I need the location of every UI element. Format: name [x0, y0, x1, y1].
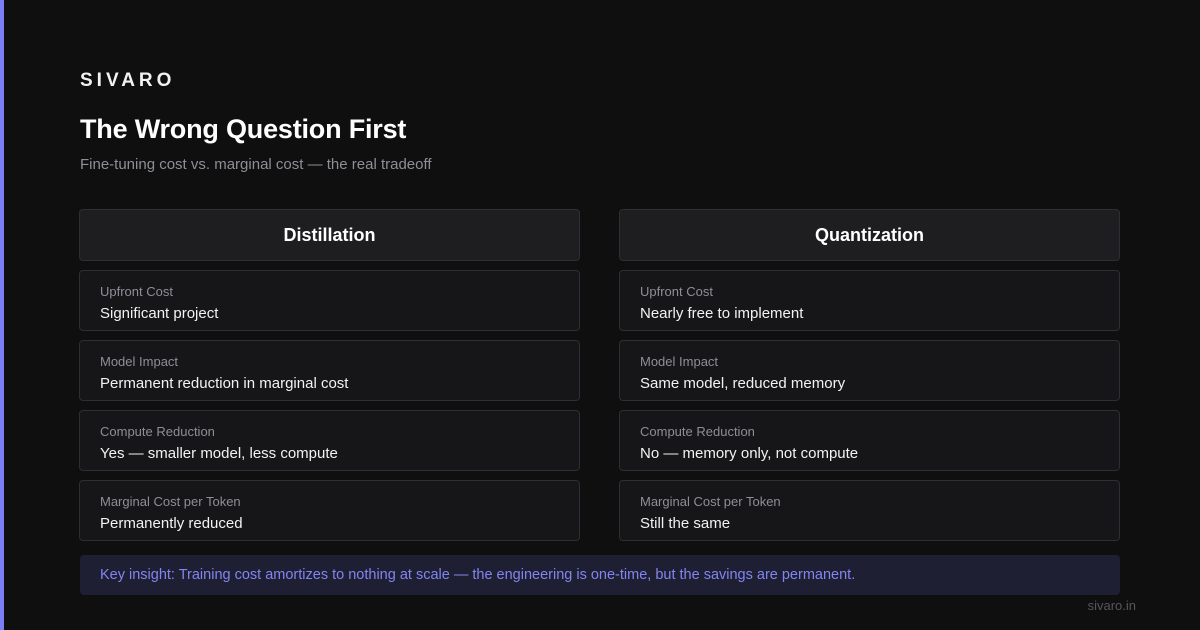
row-compute-reduction: Compute Reduction Yes — smaller model, l…	[79, 410, 580, 471]
row-value: Nearly free to implement	[640, 305, 804, 322]
distillation-rows: Upfront Cost Significant project Model I…	[79, 270, 580, 541]
row-value: Permanent reduction in marginal cost	[100, 375, 349, 392]
row-upfront-cost: Upfront Cost Nearly free to implement	[619, 270, 1120, 331]
quantization-rows: Upfront Cost Nearly free to implement Mo…	[619, 270, 1120, 541]
row-label: Model Impact	[100, 354, 179, 369]
quantization-column: Quantization Upfront Cost Nearly free to…	[619, 209, 1120, 550]
column-header-distillation: Distillation	[79, 209, 580, 261]
column-header-quantization: Quantization	[619, 209, 1120, 261]
row-label: Marginal Cost per Token	[640, 494, 781, 509]
brand-logo: SIVARO	[80, 70, 176, 91]
row-value: Significant project	[100, 305, 219, 322]
footer-url: sivaro.in	[1087, 598, 1136, 613]
row-compute-reduction: Compute Reduction No — memory only, not …	[619, 410, 1120, 471]
row-label: Model Impact	[640, 354, 719, 369]
row-label: Upfront Cost	[100, 284, 173, 299]
row-value: Same model, reduced memory	[640, 375, 846, 392]
row-label: Compute Reduction	[100, 424, 215, 439]
row-label: Upfront Cost	[640, 284, 713, 299]
row-upfront-cost: Upfront Cost Significant project	[79, 270, 580, 331]
row-model-impact: Model Impact Permanent reduction in marg…	[79, 340, 580, 401]
accent-bar	[0, 0, 4, 630]
key-insight-callout: Key insight: Training cost amortizes to …	[80, 555, 1120, 595]
row-label: Marginal Cost per Token	[100, 494, 241, 509]
row-value: No — memory only, not compute	[640, 445, 859, 462]
row-value: Yes — smaller model, less compute	[100, 445, 338, 462]
row-model-impact: Model Impact Same model, reduced memory	[619, 340, 1120, 401]
page-subtitle: Fine-tuning cost vs. marginal cost — the…	[80, 156, 432, 173]
distillation-column: Distillation Upfront Cost Significant pr…	[79, 209, 580, 550]
row-marginal-cost: Marginal Cost per Token Still the same	[619, 480, 1120, 541]
row-value: Permanently reduced	[100, 515, 243, 532]
page-title: The Wrong Question First	[80, 114, 407, 144]
row-label: Compute Reduction	[640, 424, 755, 439]
row-value: Still the same	[640, 515, 731, 532]
row-marginal-cost: Marginal Cost per Token Permanently redu…	[79, 480, 580, 541]
